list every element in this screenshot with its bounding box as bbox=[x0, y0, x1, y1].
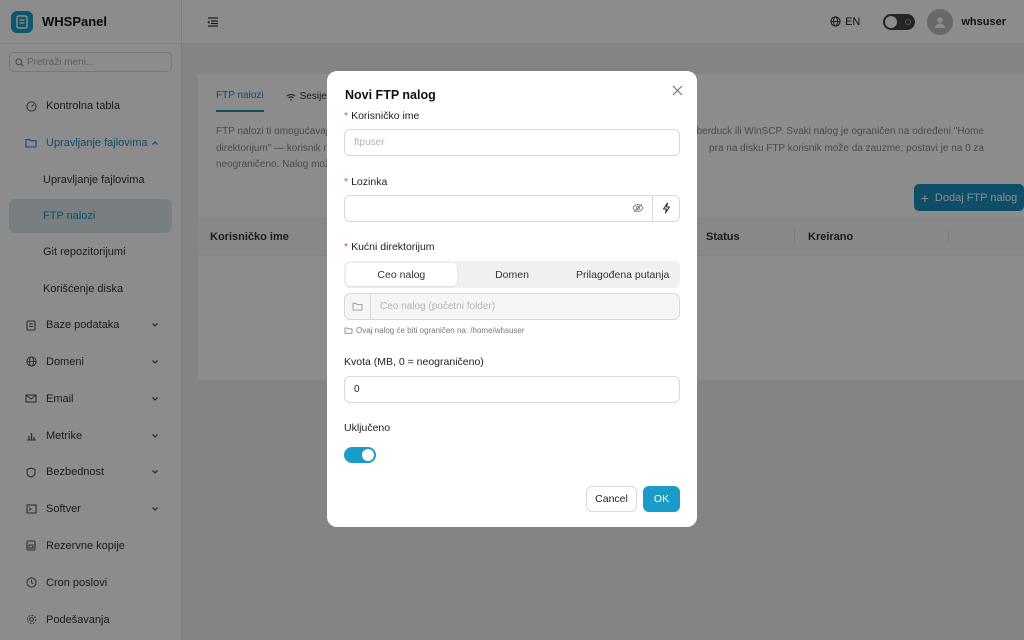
label-text: Kućni direktorijum bbox=[351, 241, 435, 253]
eye-off-icon[interactable] bbox=[632, 203, 644, 213]
home-directory-hint: Ovaj nalog će biti ograničen na: /home/w… bbox=[344, 326, 525, 335]
label-text: Lozinka bbox=[351, 176, 388, 188]
home-directory-label: * Kućni direktorijum bbox=[344, 241, 435, 253]
quota-input[interactable] bbox=[354, 384, 679, 395]
required-marker: * bbox=[344, 241, 349, 253]
label-text: Korisničko ime bbox=[351, 110, 420, 122]
dialog-title: Novi FTP nalog bbox=[345, 88, 436, 102]
username-input[interactable] bbox=[354, 137, 679, 148]
new-ftp-account-dialog: Novi FTP nalog *Korisničko ime *Lozinka … bbox=[327, 71, 697, 527]
folder-icon bbox=[344, 327, 353, 334]
home-directory-field[interactable] bbox=[344, 293, 680, 320]
enabled-label: Uključeno bbox=[344, 422, 391, 434]
home-directory-input bbox=[380, 301, 670, 312]
segment-whole-account[interactable]: Ceo nalog bbox=[346, 263, 457, 286]
folder-icon bbox=[345, 294, 371, 319]
enabled-switch[interactable] bbox=[344, 447, 376, 463]
required-marker: * bbox=[344, 110, 349, 122]
quota-field[interactable] bbox=[344, 376, 680, 403]
password-label: * Lozinka bbox=[344, 176, 387, 188]
username-field[interactable] bbox=[344, 129, 680, 156]
quota-label: Kvota (MB, 0 = neograničeno) bbox=[344, 356, 484, 368]
required-marker: * bbox=[344, 176, 349, 188]
hint-text: Ovaj nalog će biti ograničen na: /home/w… bbox=[356, 326, 525, 335]
password-field[interactable] bbox=[344, 195, 680, 222]
cancel-button[interactable]: Cancel bbox=[586, 486, 637, 512]
home-directory-segmented: Ceo nalog Domen Prilagođena putanja bbox=[344, 261, 680, 288]
ok-button[interactable]: OK bbox=[643, 486, 680, 512]
switch-knob bbox=[362, 449, 374, 461]
password-input[interactable] bbox=[354, 203, 679, 214]
lightning-icon[interactable] bbox=[662, 202, 671, 214]
segment-domain[interactable]: Domen bbox=[457, 263, 568, 286]
close-icon[interactable] bbox=[672, 85, 683, 96]
field-divider bbox=[652, 196, 653, 221]
segment-custom-path[interactable]: Prilagođena putanja bbox=[567, 263, 678, 286]
username-label: * Korisničko ime bbox=[344, 110, 419, 122]
